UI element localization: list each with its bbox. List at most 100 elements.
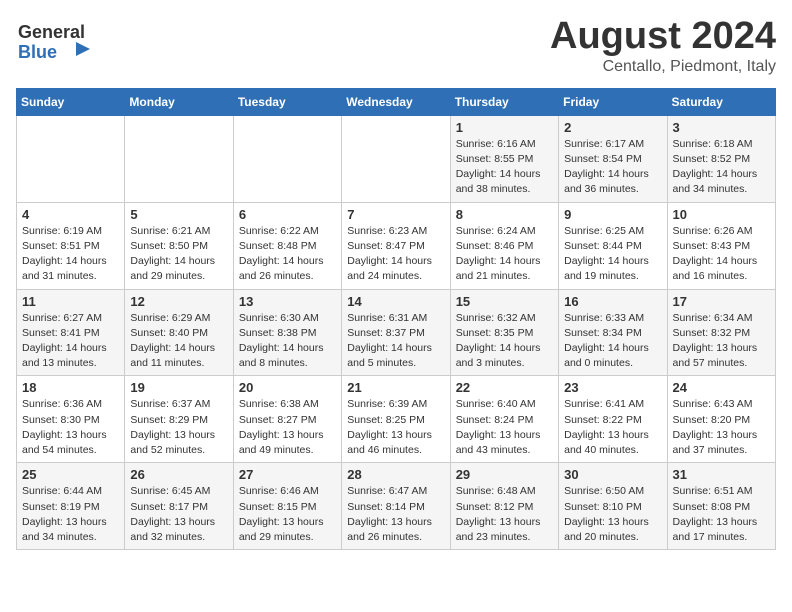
day-number: 26 (130, 467, 227, 482)
day-number: 13 (239, 294, 336, 309)
day-info: Sunrise: 6:41 AM Sunset: 8:22 PM Dayligh… (564, 397, 661, 458)
day-info: Sunrise: 6:50 AM Sunset: 8:10 PM Dayligh… (564, 484, 661, 545)
calendar-week-row: 1 Sunrise: 6:16 AM Sunset: 8:55 PM Daylig… (17, 115, 776, 202)
logo-svg: General Blue (16, 16, 106, 64)
day-of-week-header: Tuesday (233, 88, 341, 115)
day-number: 30 (564, 467, 661, 482)
title-block: August 2024 Centallo, Piedmont, Italy (550, 16, 776, 76)
calendar-week-row: 4 Sunrise: 6:19 AM Sunset: 8:51 PM Daylig… (17, 202, 776, 289)
calendar-cell (342, 115, 450, 202)
calendar-cell: 27 Sunrise: 6:46 AM Sunset: 8:15 PM Dayli… (233, 463, 341, 550)
calendar-cell: 22 Sunrise: 6:40 AM Sunset: 8:24 PM Dayli… (450, 376, 558, 463)
day-of-week-header: Wednesday (342, 88, 450, 115)
day-info: Sunrise: 6:45 AM Sunset: 8:17 PM Dayligh… (130, 484, 227, 545)
day-info: Sunrise: 6:16 AM Sunset: 8:55 PM Dayligh… (456, 137, 553, 198)
svg-text:Blue: Blue (18, 42, 57, 62)
day-info: Sunrise: 6:40 AM Sunset: 8:24 PM Dayligh… (456, 397, 553, 458)
day-number: 9 (564, 207, 661, 222)
calendar-cell: 6 Sunrise: 6:22 AM Sunset: 8:48 PM Daylig… (233, 202, 341, 289)
day-number: 19 (130, 380, 227, 395)
calendar-week-row: 18Sunrise: 6:36 AM Sunset: 8:30 PM Dayli… (17, 376, 776, 463)
calendar-cell: 4 Sunrise: 6:19 AM Sunset: 8:51 PM Daylig… (17, 202, 125, 289)
day-info: Sunrise: 6:43 AM Sunset: 8:20 PM Dayligh… (673, 397, 770, 458)
day-info: Sunrise: 6:27 AM Sunset: 8:41 PM Dayligh… (22, 311, 119, 372)
day-info: Sunrise: 6:17 AM Sunset: 8:54 PM Dayligh… (564, 137, 661, 198)
day-of-week-header: Monday (125, 88, 233, 115)
calendar-cell: 30 Sunrise: 6:50 AM Sunset: 8:10 PM Dayli… (559, 463, 667, 550)
calendar-table: SundayMondayTuesdayWednesdayThursdayFrid… (16, 88, 776, 550)
day-info: Sunrise: 6:31 AM Sunset: 8:37 PM Dayligh… (347, 311, 444, 372)
day-of-week-header: Saturday (667, 88, 775, 115)
day-number: 4 (22, 207, 119, 222)
day-info: Sunrise: 6:19 AM Sunset: 8:51 PM Dayligh… (22, 224, 119, 285)
calendar-cell: 3 Sunrise: 6:18 AM Sunset: 8:52 PM Daylig… (667, 115, 775, 202)
day-number: 24 (673, 380, 770, 395)
day-info: Sunrise: 6:34 AM Sunset: 8:32 PM Dayligh… (673, 311, 770, 372)
calendar-week-row: 11 Sunrise: 6:27 AM Sunset: 8:41 PM Dayli… (17, 289, 776, 376)
calendar-cell: 31Sunrise: 6:51 AM Sunset: 8:08 PM Dayli… (667, 463, 775, 550)
calendar-cell: 16 Sunrise: 6:33 AM Sunset: 8:34 PM Dayli… (559, 289, 667, 376)
day-info: Sunrise: 6:26 AM Sunset: 8:43 PM Dayligh… (673, 224, 770, 285)
day-number: 15 (456, 294, 553, 309)
day-info: Sunrise: 6:21 AM Sunset: 8:50 PM Dayligh… (130, 224, 227, 285)
day-info: Sunrise: 6:47 AM Sunset: 8:14 PM Dayligh… (347, 484, 444, 545)
calendar-cell: 23 Sunrise: 6:41 AM Sunset: 8:22 PM Dayli… (559, 376, 667, 463)
day-info: Sunrise: 6:33 AM Sunset: 8:34 PM Dayligh… (564, 311, 661, 372)
day-number: 17 (673, 294, 770, 309)
day-info: Sunrise: 6:25 AM Sunset: 8:44 PM Dayligh… (564, 224, 661, 285)
calendar-cell: 26 Sunrise: 6:45 AM Sunset: 8:17 PM Dayli… (125, 463, 233, 550)
day-info: Sunrise: 6:44 AM Sunset: 8:19 PM Dayligh… (22, 484, 119, 545)
calendar-cell: 11 Sunrise: 6:27 AM Sunset: 8:41 PM Dayli… (17, 289, 125, 376)
calendar-cell: 12Sunrise: 6:29 AM Sunset: 8:40 PM Dayli… (125, 289, 233, 376)
calendar-cell: 21 Sunrise: 6:39 AM Sunset: 8:25 PM Dayli… (342, 376, 450, 463)
day-info: Sunrise: 6:30 AM Sunset: 8:38 PM Dayligh… (239, 311, 336, 372)
day-info: Sunrise: 6:46 AM Sunset: 8:15 PM Dayligh… (239, 484, 336, 545)
day-info: Sunrise: 6:36 AM Sunset: 8:30 PM Dayligh… (22, 397, 119, 458)
calendar-week-row: 25Sunrise: 6:44 AM Sunset: 8:19 PM Dayli… (17, 463, 776, 550)
calendar-cell: 15Sunrise: 6:32 AM Sunset: 8:35 PM Dayli… (450, 289, 558, 376)
logo: General Blue (16, 16, 106, 64)
day-of-week-header: Friday (559, 88, 667, 115)
day-number: 28 (347, 467, 444, 482)
day-number: 12 (130, 294, 227, 309)
day-number: 16 (564, 294, 661, 309)
day-info: Sunrise: 6:23 AM Sunset: 8:47 PM Dayligh… (347, 224, 444, 285)
day-number: 23 (564, 380, 661, 395)
day-info: Sunrise: 6:38 AM Sunset: 8:27 PM Dayligh… (239, 397, 336, 458)
calendar-cell: 9 Sunrise: 6:25 AM Sunset: 8:44 PM Daylig… (559, 202, 667, 289)
calendar-cell: 1 Sunrise: 6:16 AM Sunset: 8:55 PM Daylig… (450, 115, 558, 202)
day-number: 2 (564, 120, 661, 135)
day-number: 6 (239, 207, 336, 222)
svg-text:General: General (18, 22, 85, 42)
calendar-cell: 13 Sunrise: 6:30 AM Sunset: 8:38 PM Dayli… (233, 289, 341, 376)
calendar-cell (17, 115, 125, 202)
day-number: 29 (456, 467, 553, 482)
calendar-cell: 18Sunrise: 6:36 AM Sunset: 8:30 PM Dayli… (17, 376, 125, 463)
calendar-cell (125, 115, 233, 202)
day-info: Sunrise: 6:51 AM Sunset: 8:08 PM Dayligh… (673, 484, 770, 545)
day-number: 11 (22, 294, 119, 309)
calendar-cell: 8 Sunrise: 6:24 AM Sunset: 8:46 PM Daylig… (450, 202, 558, 289)
day-number: 27 (239, 467, 336, 482)
day-number: 3 (673, 120, 770, 135)
calendar-cell: 24 Sunrise: 6:43 AM Sunset: 8:20 PM Dayli… (667, 376, 775, 463)
day-number: 21 (347, 380, 444, 395)
calendar-header-row: SundayMondayTuesdayWednesdayThursdayFrid… (17, 88, 776, 115)
calendar-cell: 29 Sunrise: 6:48 AM Sunset: 8:12 PM Dayli… (450, 463, 558, 550)
day-of-week-header: Thursday (450, 88, 558, 115)
day-number: 8 (456, 207, 553, 222)
day-info: Sunrise: 6:24 AM Sunset: 8:46 PM Dayligh… (456, 224, 553, 285)
calendar-cell: 28 Sunrise: 6:47 AM Sunset: 8:14 PM Dayli… (342, 463, 450, 550)
day-number: 22 (456, 380, 553, 395)
day-info: Sunrise: 6:39 AM Sunset: 8:25 PM Dayligh… (347, 397, 444, 458)
day-number: 20 (239, 380, 336, 395)
calendar-cell: 10 Sunrise: 6:26 AM Sunset: 8:43 PM Dayli… (667, 202, 775, 289)
calendar-cell: 14 Sunrise: 6:31 AM Sunset: 8:37 PM Dayli… (342, 289, 450, 376)
page-header: General Blue August 2024 Centallo, Piedm… (16, 16, 776, 76)
day-info: Sunrise: 6:18 AM Sunset: 8:52 PM Dayligh… (673, 137, 770, 198)
day-number: 10 (673, 207, 770, 222)
day-number: 1 (456, 120, 553, 135)
day-info: Sunrise: 6:22 AM Sunset: 8:48 PM Dayligh… (239, 224, 336, 285)
day-number: 14 (347, 294, 444, 309)
day-info: Sunrise: 6:48 AM Sunset: 8:12 PM Dayligh… (456, 484, 553, 545)
